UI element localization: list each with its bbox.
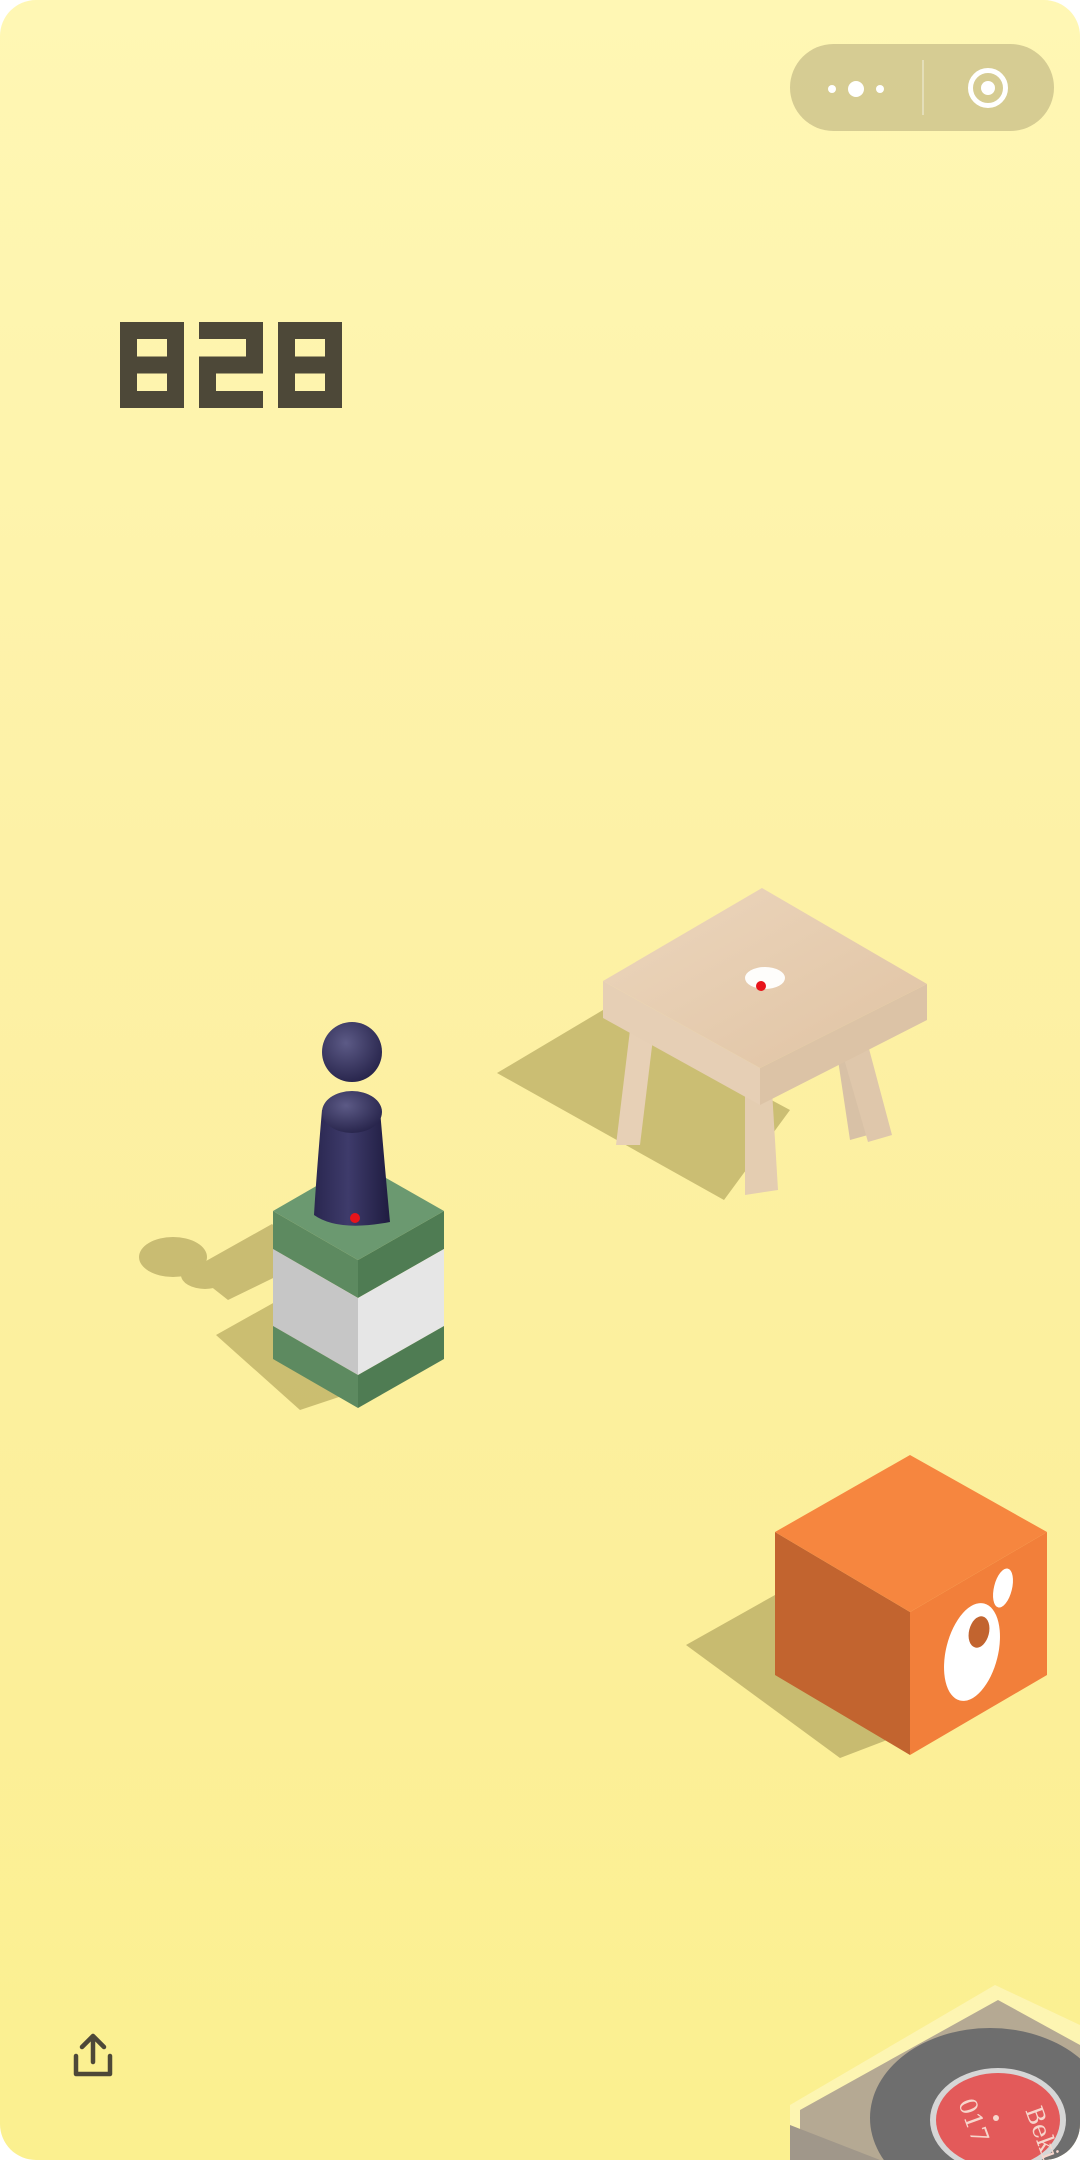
game-scene[interactable]: Beki 017: [0, 0, 1080, 2160]
wooden-stool: [497, 888, 927, 1200]
orange-cube: [686, 1455, 1047, 1758]
player-head: [322, 1022, 382, 1082]
player-body-top: [322, 1091, 382, 1133]
player-piece: [314, 1022, 390, 1226]
record-player-block: Beki 017: [790, 1985, 1080, 2160]
player-position-dot: [350, 1213, 360, 1223]
game-stage[interactable]: 828: [0, 0, 1080, 2160]
record-center-hole: [993, 2115, 999, 2121]
landing-target-dot: [756, 981, 766, 991]
share-upload-icon[interactable]: [68, 2030, 118, 2080]
